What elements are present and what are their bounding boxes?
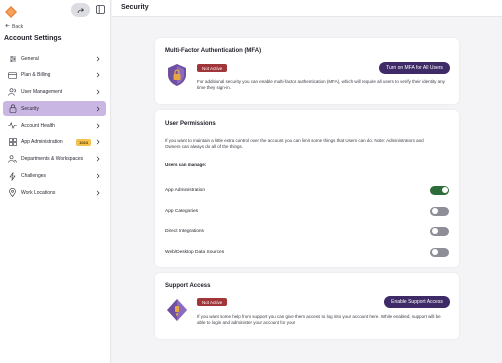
- mfa-card: Multi-Factor Authentication (MFA) Not Ac…: [155, 38, 459, 104]
- sidebar-item-label: Security: [21, 105, 40, 112]
- sidebar: Back Account Settings General Plan & Bil…: [0, 0, 111, 363]
- permission-label: App Administration: [165, 187, 205, 193]
- share-icon: [77, 1, 85, 19]
- mfa-status-badge: Not Active: [197, 64, 228, 72]
- toggle-knob: [431, 208, 438, 214]
- sidebar-nav: General Plan & Billing User Management S…: [3, 51, 106, 202]
- sidebar-item-label: Account Health: [21, 122, 55, 129]
- sidebar-item-label: App Administration: [21, 139, 63, 146]
- support-access-card: Support Access Not Active If you want so…: [155, 273, 459, 339]
- sidebar-item-label: Challenges: [21, 173, 47, 180]
- permission-row-app-administration: App Administration: [165, 184, 449, 196]
- sidebar-title: Account Settings: [4, 35, 62, 42]
- sidebar-item-label: User Management: [21, 89, 63, 96]
- shield-lock-icon: [166, 63, 188, 87]
- chevron-right-icon: [95, 89, 100, 96]
- sidebar-item-label: Plan & Billing: [21, 72, 51, 79]
- permission-label: App Categories: [165, 208, 199, 214]
- sidebar-item-app-administration[interactable]: App Administration 1024: [3, 135, 106, 150]
- sidebar-panel-icon: [96, 1, 105, 19]
- support-title: Support Access: [165, 283, 211, 289]
- people-group-icon: [8, 155, 17, 164]
- permissions-title: User Permissions: [165, 121, 216, 127]
- credit-card-icon: [8, 71, 17, 80]
- sidebar-item-account-health[interactable]: Account Health: [3, 118, 106, 133]
- count-badge: 1024: [76, 138, 91, 146]
- chevron-right-icon: [95, 55, 100, 62]
- lightning-icon: [8, 171, 17, 181]
- app-logo-icon[interactable]: [5, 5, 17, 18]
- toggle-knob: [441, 187, 448, 193]
- chevron-right-icon: [95, 156, 100, 163]
- location-pin-icon: [8, 188, 17, 198]
- page-header: Security: [112, 0, 502, 17]
- permission-label: Direct Integrations: [165, 228, 204, 234]
- chevron-right-icon: [95, 72, 100, 79]
- back-label: Back: [12, 23, 24, 30]
- enable-support-access-button[interactable]: Enable Support Access: [384, 296, 450, 308]
- pulse-icon: [8, 121, 17, 130]
- support-description: If you want some help from support you c…: [197, 314, 441, 325]
- support-diamond-icon: [166, 298, 188, 322]
- permission-row-web-desktop-data-sources: Web/Desktop Data Sources: [165, 246, 449, 258]
- sidebar-item-label: Departments & Workspaces: [21, 156, 84, 163]
- enable-mfa-button[interactable]: Turn on MFA for All Users: [379, 62, 450, 74]
- collapse-sidebar-button[interactable]: [95, 4, 106, 15]
- chevron-right-icon: [95, 122, 100, 129]
- app-categories-toggle[interactable]: [430, 206, 449, 216]
- share-button[interactable]: [71, 3, 90, 17]
- sidebar-item-general[interactable]: General: [3, 51, 106, 66]
- permissions-description: If you want to maintain a little extra c…: [165, 138, 424, 149]
- chevron-right-icon: [95, 189, 100, 196]
- app-administration-toggle[interactable]: [430, 185, 449, 195]
- permissions-subheading: Users can manage:: [165, 162, 207, 167]
- sidebar-item-departments-workspaces[interactable]: Departments & Workspaces: [3, 152, 106, 167]
- users-icon: [8, 88, 17, 97]
- direct-integrations-toggle[interactable]: [430, 226, 449, 236]
- toggle-knob: [431, 249, 438, 255]
- permission-row-direct-integrations: Direct Integrations: [165, 225, 449, 237]
- permission-label: Web/Desktop Data Sources: [165, 249, 225, 255]
- sidebar-item-security[interactable]: Security: [3, 101, 106, 117]
- sidebar-item-user-management[interactable]: User Management: [3, 85, 106, 100]
- sidebar-item-label: General: [21, 55, 39, 62]
- mfa-description: For additional security you can enable m…: [197, 79, 445, 90]
- chevron-right-icon: [95, 139, 100, 146]
- toggle-knob: [431, 228, 438, 234]
- sidebar-item-label: Work Locations: [21, 189, 56, 196]
- sidebar-item-work-locations[interactable]: Work Locations: [3, 185, 106, 200]
- grid-icon: [8, 138, 17, 147]
- page-title: Security: [121, 4, 149, 11]
- user-permissions-card: User Permissions If you want to maintain…: [155, 110, 459, 267]
- web-desktop-data-sources-toggle[interactable]: [430, 247, 449, 257]
- sidebar-item-challenges[interactable]: Challenges: [3, 169, 106, 184]
- permission-row-app-categories: App Categories: [165, 205, 449, 217]
- back-link[interactable]: Back: [5, 23, 23, 30]
- sidebar-item-plan-billing[interactable]: Plan & Billing: [3, 68, 106, 83]
- arrow-left-icon: [5, 23, 10, 30]
- chevron-right-icon: [95, 105, 100, 112]
- sliders-icon: [8, 54, 17, 63]
- mfa-title: Multi-Factor Authentication (MFA): [165, 48, 262, 54]
- lock-icon: [8, 104, 17, 114]
- chevron-right-icon: [95, 173, 100, 180]
- support-status-badge: Not Active: [197, 298, 228, 306]
